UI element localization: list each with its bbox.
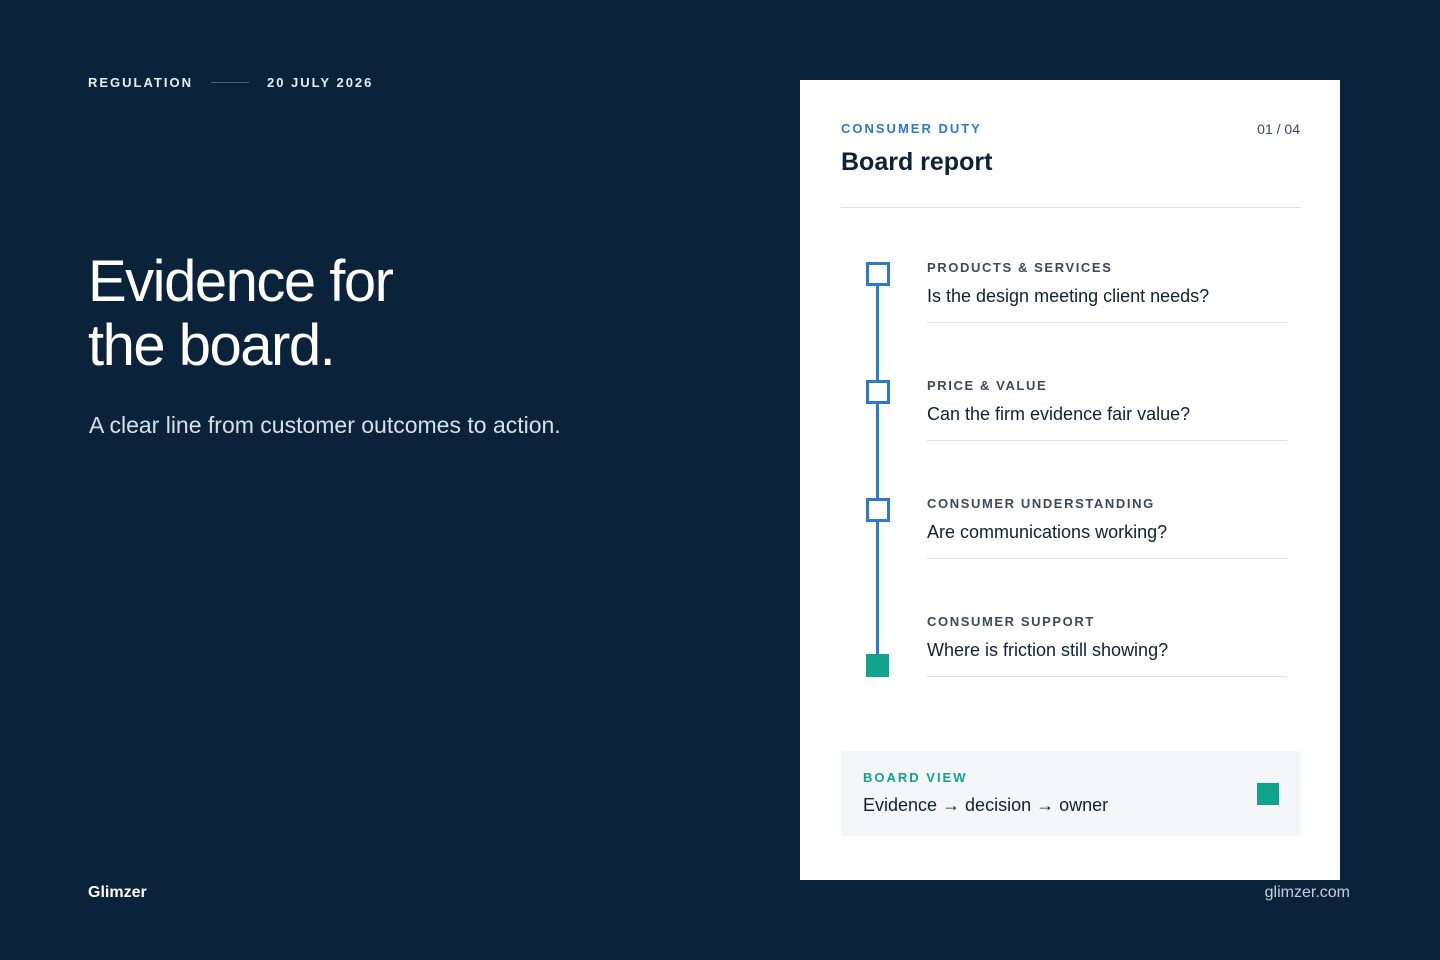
item-question: Where is friction still showing?	[927, 640, 1169, 660]
list-item: PRODUCTS & SERVICES Is the design meetin…	[927, 260, 1287, 378]
card-divider	[841, 207, 1301, 208]
card-title: Board report	[841, 148, 993, 176]
headline-line-2: the board.	[88, 313, 336, 378]
item-divider	[927, 558, 1287, 559]
board-report-card: CONSUMER DUTY 01 / 04 Board report PRODU…	[800, 80, 1340, 880]
subline: A clear line from customer outcomes to a…	[89, 412, 561, 438]
item-question: Can the firm evidence fair value?	[927, 404, 1191, 424]
date-label: 20 JULY 2026	[266, 74, 374, 90]
meta-divider	[210, 81, 249, 83]
item-label: PRODUCTS & SERVICES	[927, 260, 1113, 275]
brand-name: Glimzer	[88, 884, 147, 901]
board-flow-text: Evidence → decision → owner	[863, 795, 1109, 815]
meta-row: REGULATION 20 JULY 2026	[88, 73, 373, 91]
square-outline-icon	[866, 498, 890, 522]
item-question: Is the design meeting client needs?	[927, 286, 1210, 306]
square-outline-icon	[866, 262, 890, 286]
item-divider	[927, 676, 1287, 677]
board-eyebrow: BOARD VIEW	[863, 770, 968, 785]
square-outline-icon	[866, 380, 890, 404]
card-eyebrow: CONSUMER DUTY	[841, 121, 982, 136]
headline-line-1: Evidence for	[88, 249, 394, 314]
slide: REGULATION 20 JULY 2026 Evidence for the…	[0, 0, 1440, 960]
item-label: PRICE & VALUE	[927, 378, 1048, 393]
timeline-line	[876, 272, 879, 658]
item-divider	[927, 440, 1287, 441]
item-label: CONSUMER UNDERSTANDING	[927, 496, 1155, 511]
headline: Evidence for the board.	[88, 249, 394, 378]
item-label: CONSUMER SUPPORT	[927, 614, 1095, 629]
board-view-panel: BOARD VIEW Evidence → decision → owner	[841, 751, 1301, 836]
page-indicator: 01 / 04	[1257, 121, 1300, 137]
category-label: REGULATION	[88, 74, 193, 90]
list-item: CONSUMER SUPPORT Where is friction still…	[927, 614, 1287, 732]
item-question: Are communications working?	[927, 522, 1168, 542]
site-url: glimzer.com	[1264, 884, 1350, 901]
item-divider	[927, 322, 1287, 323]
list-item: CONSUMER UNDERSTANDING Are communication…	[927, 496, 1287, 614]
square-filled-icon	[866, 654, 889, 677]
square-filled-icon	[1257, 783, 1279, 805]
list-item: PRICE & VALUE Can the firm evidence fair…	[927, 378, 1287, 496]
